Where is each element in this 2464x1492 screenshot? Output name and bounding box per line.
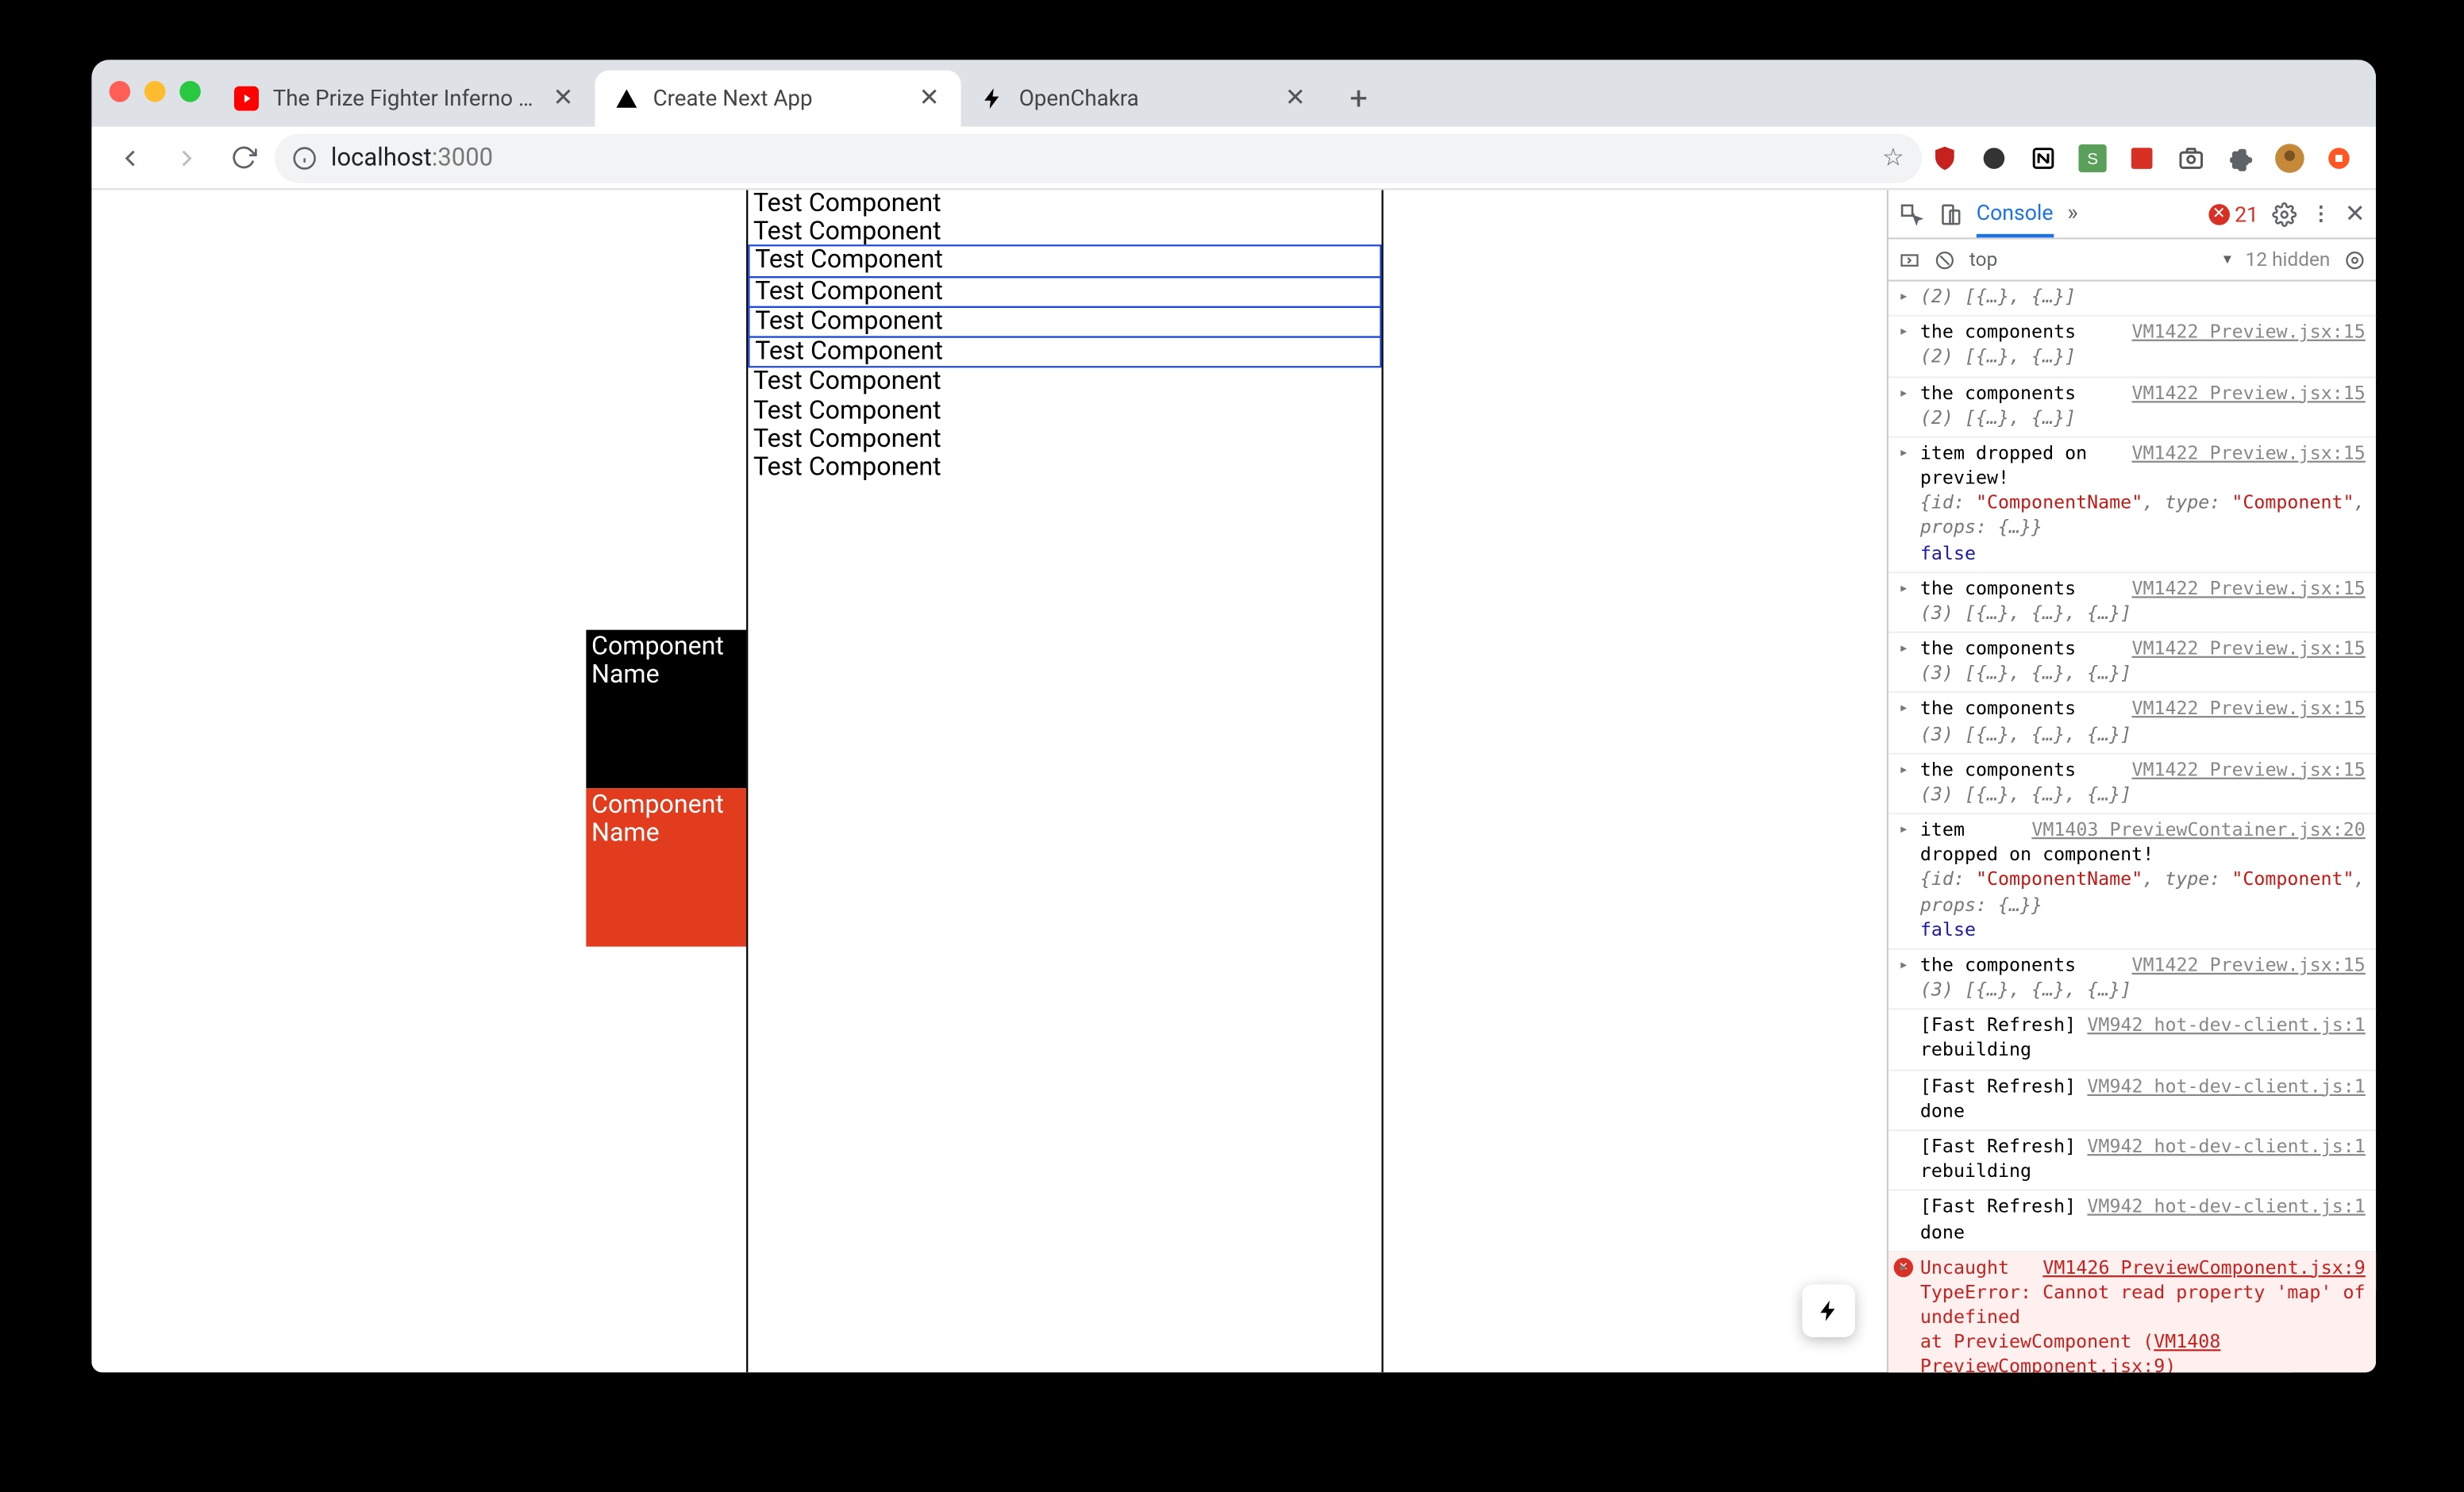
browser-tab[interactable]: Create Next App ✕ — [595, 71, 961, 127]
console-row[interactable]: VM1422 Preview.jsx:15the components(3) [… — [1888, 755, 2376, 815]
context-selector[interactable]: top ▾ — [1969, 248, 2231, 271]
console-output[interactable]: (2) [{…}, {…}]VM1422 Preview.jsx:15the c… — [1888, 282, 2376, 1373]
console-row[interactable]: VM1422 Preview.jsx:15the components(3) [… — [1888, 633, 2376, 694]
ext-puzzle-icon[interactable] — [2224, 141, 2256, 173]
devtools-filter-bar: top ▾ 12 hidden — [1888, 240, 2376, 282]
ext-notion-icon[interactable] — [2027, 141, 2059, 173]
console-row[interactable]: VM1422 Preview.jsx:15item dropped on pre… — [1888, 438, 2376, 573]
console-row[interactable]: VM1422 Preview.jsx:15the components(2) [… — [1888, 317, 2376, 377]
preview-item[interactable]: Test Component — [748, 275, 1381, 307]
traffic-lights — [110, 81, 201, 102]
site-info-icon[interactable] — [292, 145, 317, 170]
ext-avatar-icon[interactable] — [2273, 141, 2305, 173]
preview-canvas[interactable]: Test ComponentTest ComponentTest Compone… — [746, 190, 1384, 1372]
tab-favicon — [233, 84, 260, 112]
ext-shield-icon[interactable] — [1929, 141, 1961, 173]
console-row[interactable]: VM1403 PreviewContainer.jsx:20item dropp… — [1888, 815, 2376, 950]
traffic-minimize[interactable] — [144, 81, 166, 102]
console-row[interactable]: (2) [{…}, {…}] — [1888, 282, 2376, 317]
inspect-element-icon[interactable] — [1899, 202, 1923, 226]
preview-item[interactable]: Test Component — [748, 218, 1381, 247]
devtools-menu-icon[interactable]: ⋮ — [2312, 202, 2331, 225]
url-host: localhost — [331, 144, 432, 171]
bookmark-star-icon[interactable]: ☆ — [1882, 144, 1904, 171]
page-viewport: Component Name Component Name Test Compo… — [91, 190, 1886, 1372]
traffic-close[interactable] — [110, 81, 131, 102]
tab-close-icon[interactable]: ✕ — [1281, 84, 1309, 112]
console-row[interactable]: VM942 hot-dev-client.js:1[Fast Refresh] … — [1888, 1131, 2376, 1191]
address-bar: localhost:3000 ☆ S — [91, 127, 2376, 190]
svg-text:S: S — [2087, 149, 2098, 167]
forward-button[interactable] — [162, 133, 211, 182]
devtools-toolbar: Console » ✕21 ⋮ ✕ — [1888, 190, 2376, 239]
browser-tab[interactable]: The Prize Fighter Inferno - Sta ✕ — [215, 71, 595, 127]
console-row[interactable]: VM942 hot-dev-client.js:1[Fast Refresh] … — [1888, 1192, 2376, 1252]
ext-camera-icon[interactable] — [2175, 141, 2207, 173]
chevron-down-icon: ▾ — [2223, 251, 2231, 268]
tab-close-icon[interactable]: ✕ — [549, 84, 577, 112]
url-text: localhost:3000 — [331, 144, 493, 171]
preview-item[interactable]: Test Component — [748, 368, 1381, 397]
card-component-red[interactable]: Component Name — [586, 788, 746, 947]
tab-favicon — [979, 84, 1007, 112]
tab-favicon — [613, 84, 641, 112]
card-component-black[interactable]: Component Name — [586, 630, 746, 789]
ext-dark-icon[interactable] — [1978, 141, 2010, 173]
nextjs-indicator[interactable] — [1802, 1284, 1855, 1337]
preview-item[interactable]: Test Component — [748, 306, 1381, 338]
extensions-row: S — [1929, 141, 2362, 173]
preview-item[interactable]: Test Component — [748, 425, 1381, 454]
preview-item[interactable]: Test Component — [748, 336, 1381, 368]
tab-title: Create Next App — [653, 86, 903, 112]
console-row[interactable]: ✕VM1426 PreviewComponent.jsx:9Uncaught T… — [1888, 1252, 2376, 1372]
console-settings-icon[interactable] — [2344, 249, 2366, 271]
devtools-panel: Console » ✕21 ⋮ ✕ top ▾ — [1887, 190, 2376, 1372]
browser-window: The Prize Fighter Inferno - Sta✕Create N… — [91, 60, 2376, 1372]
hidden-count[interactable]: 12 hidden — [2246, 248, 2331, 271]
ext-s-icon[interactable]: S — [2077, 141, 2108, 173]
error-count-badge[interactable]: ✕21 — [2208, 202, 2258, 226]
devtools-close-icon[interactable]: ✕ — [2345, 200, 2366, 228]
browser-tab[interactable]: OpenChakra ✕ — [961, 71, 1327, 127]
tab-strip: The Prize Fighter Inferno - Sta✕Create N… — [91, 60, 2376, 126]
console-row[interactable]: VM1422 Preview.jsx:15the components(3) [… — [1888, 950, 2376, 1010]
preview-item[interactable]: Test Component — [748, 245, 1381, 277]
ext-stop-icon[interactable] — [2323, 141, 2355, 173]
sidebar-cards: Component Name Component Name — [586, 630, 746, 947]
omnibox[interactable]: localhost:3000 ☆ — [275, 133, 1922, 182]
more-tabs-icon[interactable]: » — [2067, 201, 2078, 227]
console-row[interactable]: VM942 hot-dev-client.js:1[Fast Refresh] … — [1888, 1010, 2376, 1071]
new-tab-button[interactable]: + — [1334, 74, 1384, 123]
tab-title: The Prize Fighter Inferno - Sta — [273, 86, 537, 112]
console-row[interactable]: VM1422 Preview.jsx:15the components(3) [… — [1888, 694, 2376, 754]
tab-title: OpenChakra — [1019, 86, 1269, 112]
context-label: top — [1969, 248, 1997, 271]
device-toggle-icon[interactable] — [1938, 202, 1962, 226]
console-row[interactable]: VM1422 Preview.jsx:15the components(3) [… — [1888, 573, 2376, 633]
execute-icon[interactable] — [1899, 249, 1920, 271]
devtools-settings-icon[interactable] — [2273, 202, 2297, 226]
preview-item[interactable]: Test Component — [748, 190, 1381, 218]
url-port: :3000 — [432, 144, 493, 171]
traffic-zoom[interactable] — [179, 81, 201, 102]
clear-console-icon[interactable] — [1935, 249, 1956, 271]
preview-item[interactable]: Test Component — [748, 454, 1381, 483]
error-count: 21 — [2235, 202, 2258, 226]
console-tab[interactable]: Console — [1977, 190, 2054, 237]
back-button[interactable] — [106, 133, 155, 182]
preview-item[interactable]: Test Component — [748, 397, 1381, 425]
ext-grid-icon[interactable] — [2126, 141, 2158, 173]
console-row[interactable]: VM1422 Preview.jsx:15the components(2) [… — [1888, 378, 2376, 438]
console-row[interactable]: VM942 hot-dev-client.js:1[Fast Refresh] … — [1888, 1071, 2376, 1131]
tab-close-icon[interactable]: ✕ — [915, 84, 943, 112]
reload-button[interactable] — [218, 133, 268, 182]
